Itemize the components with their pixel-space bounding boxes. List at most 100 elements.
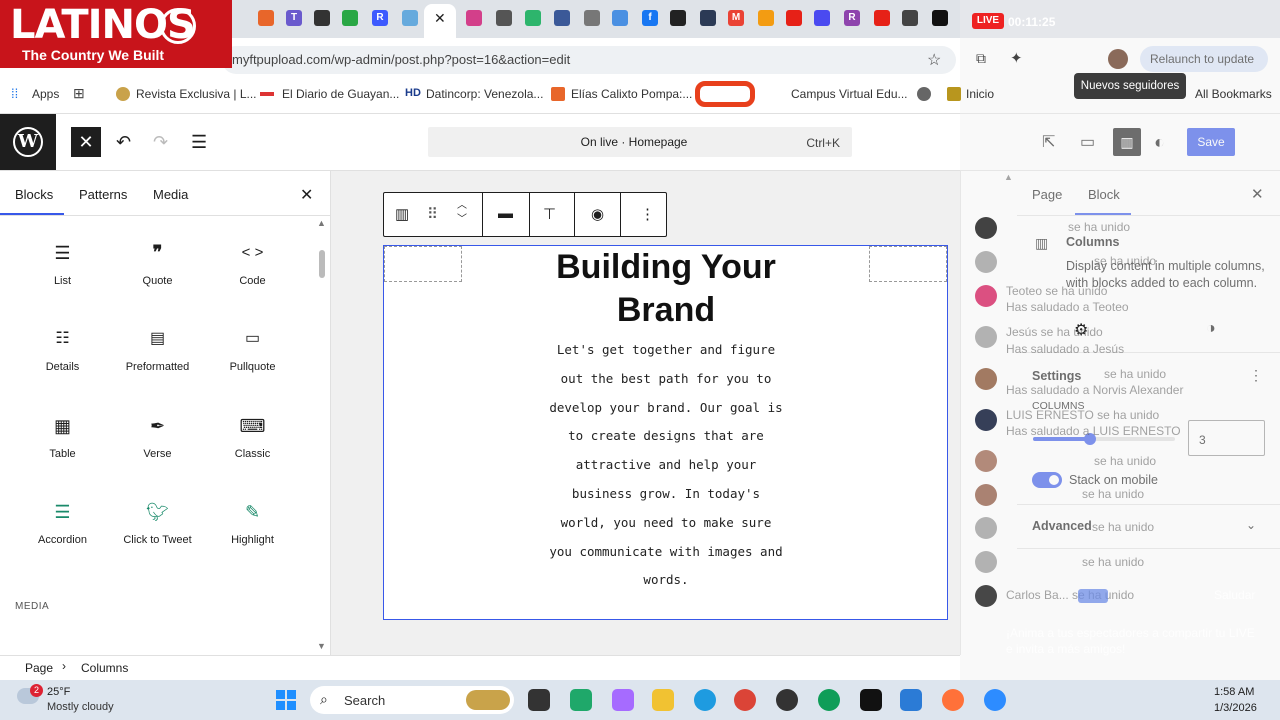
star-icon[interactable]: ☆ — [927, 50, 941, 70]
chrome-icon[interactable] — [734, 689, 756, 711]
document-overview-icon[interactable]: ☰ — [191, 132, 207, 153]
extension-icon[interactable]: ⧉ — [976, 50, 986, 67]
block-details[interactable]: ☷ Details — [15, 327, 110, 373]
close-inserter-button[interactable]: ✕ — [71, 127, 101, 157]
scroll-down-icon[interactable]: ▼ — [317, 641, 326, 651]
chevron-down-icon[interactable]: ⌄ — [1246, 518, 1256, 532]
page-heading[interactable]: Building Your Brand — [520, 246, 812, 332]
more-options-icon[interactable]: ⋮ — [640, 205, 655, 223]
tab-favicon[interactable] — [902, 10, 918, 26]
styles-icon[interactable]: ◐ — [1154, 132, 1165, 153]
block-pullquote[interactable]: ▭ Pullquote — [205, 327, 300, 373]
close-tab-icon[interactable]: ✕ — [434, 10, 446, 27]
scrollbar-thumb[interactable] — [319, 250, 325, 278]
tab-favicon[interactable] — [466, 10, 482, 26]
external-link-icon[interactable]: ⇱ — [1042, 132, 1055, 152]
bookmark-item[interactable]: Datincorp: Venezola... — [426, 87, 543, 101]
tab-favicon[interactable]: T — [286, 10, 302, 26]
clock-time[interactable]: 1:58 AM — [1214, 686, 1254, 698]
tab-favicon[interactable] — [612, 10, 628, 26]
drag-handle-icon[interactable]: ⠿ — [427, 205, 438, 223]
chrome-alt-icon[interactable] — [818, 689, 840, 711]
task-view-icon[interactable] — [528, 689, 550, 711]
bookmark-all[interactable]: All Bookmarks — [1195, 87, 1272, 101]
align-icon[interactable]: ▬ — [498, 205, 513, 222]
redo-icon[interactable]: ↷ — [153, 132, 168, 153]
bookmark-item[interactable]: Elías Calixto Pompa:... — [571, 87, 692, 101]
tab-favicon[interactable] — [814, 10, 830, 26]
scroll-up-icon[interactable]: ▲ — [317, 218, 326, 228]
tab-favicon[interactable] — [402, 10, 418, 26]
notepad-icon[interactable] — [900, 689, 922, 711]
vertical-align-top-icon[interactable]: ⊤ — [543, 205, 556, 223]
bookmark-item[interactable]: Campus Virtual Edu... — [791, 87, 908, 101]
block-classic[interactable]: ⌨ Classic — [205, 414, 300, 460]
profile-avatar[interactable] — [1108, 49, 1128, 69]
tab-favicon[interactable] — [258, 10, 274, 26]
settings-panel-icon[interactable]: ▥ — [1113, 128, 1141, 156]
wordpress-logo[interactable]: W — [0, 114, 56, 170]
file-explorer-icon[interactable] — [652, 689, 674, 711]
block-verse[interactable]: ✒ Verse — [110, 414, 205, 460]
style-icon[interactable]: ◉ — [591, 205, 604, 223]
close-panel-icon[interactable]: ✕ — [300, 185, 313, 205]
tab-blocks[interactable]: Blocks — [15, 187, 53, 202]
columns-icon[interactable]: ▥ — [395, 205, 409, 223]
block-click-to-tweet[interactable]: 🐦︎ Click to Tweet — [110, 500, 205, 546]
breadcrumb-columns[interactable]: Columns — [81, 661, 128, 675]
tab-favicon[interactable] — [786, 10, 802, 26]
relaunch-button[interactable]: Relaunch to update — [1140, 46, 1268, 72]
move-up-down-icon[interactable]: ︿ ﹀ — [457, 199, 467, 227]
puzzle-icon[interactable]: ✦ — [1010, 49, 1023, 67]
tab-patterns[interactable]: Patterns — [79, 187, 127, 202]
stack-on-mobile-toggle[interactable] — [1032, 472, 1062, 488]
tab-favicon[interactable] — [584, 10, 600, 26]
active-tab[interactable]: ✕ — [424, 4, 456, 38]
copilot-icon[interactable] — [612, 689, 634, 711]
edge-icon[interactable] — [694, 689, 716, 711]
tab-favicon[interactable] — [932, 10, 948, 26]
tab-favicon[interactable] — [314, 10, 330, 26]
styles-tab-icon[interactable]: ◑ — [1206, 320, 1216, 338]
device-preview-icon[interactable]: ▭ — [1080, 132, 1095, 152]
empty-column-placeholder[interactable] — [384, 246, 462, 282]
chat-app-icon[interactable] — [570, 689, 592, 711]
windows-start-icon[interactable] — [276, 690, 296, 710]
tab-favicon[interactable] — [874, 10, 890, 26]
block-list[interactable]: ☰ List — [15, 241, 110, 287]
apps-grid-icon[interactable]: ⁞⁞ — [11, 86, 18, 101]
clock-date[interactable]: 1/3/2026 — [1214, 702, 1257, 714]
breadcrumb-page[interactable]: Page — [25, 661, 53, 675]
bookmark-item[interactable]: El Diario de Guayan... — [282, 87, 399, 101]
tab-favicon[interactable]: M — [728, 10, 744, 26]
undo-icon[interactable]: ↶ — [116, 132, 131, 153]
kebab-menu-icon[interactable]: ⋮ — [1249, 367, 1263, 384]
block-accordion[interactable]: ☰ Accordion — [15, 500, 110, 546]
command-bar[interactable]: On live · Homepage Ctrl+K — [428, 127, 852, 157]
tab-favicon[interactable] — [525, 10, 541, 26]
block-preformatted[interactable]: ▤ Preformatted — [110, 327, 205, 373]
tab-favicon[interactable] — [554, 10, 570, 26]
weather-description[interactable]: Mostly cloudy — [47, 701, 114, 713]
greet-button[interactable]: Saludar — [1214, 588, 1255, 602]
scroll-up-icon[interactable]: ▲ — [1004, 172, 1013, 182]
bookmark-item[interactable]: Inicio — [966, 87, 994, 101]
advanced-section-toggle[interactable]: Advanced — [1032, 519, 1092, 533]
url-text[interactable]: myftpupload.com/wp-admin/post.php?post=1… — [232, 52, 570, 67]
tab-favicon[interactable] — [670, 10, 686, 26]
weather-temp[interactable]: 25°F — [47, 686, 70, 698]
columns-number-input[interactable]: 3 — [1188, 420, 1265, 456]
firefox-icon[interactable] — [942, 689, 964, 711]
block-highlight[interactable]: ✎ Highlight — [205, 500, 300, 546]
bookmark-apps[interactable]: Apps — [32, 87, 59, 101]
taskbar-search[interactable]: ⌕ Search — [310, 686, 514, 714]
block-code[interactable]: < > Code — [205, 241, 300, 287]
tab-block[interactable]: Block — [1088, 187, 1120, 202]
app-icon[interactable] — [776, 689, 798, 711]
block-quote[interactable]: ❞ Quote — [110, 241, 205, 287]
tab-favicon[interactable] — [342, 10, 358, 26]
tab-favicon[interactable] — [496, 10, 512, 26]
zoom-icon[interactable] — [984, 689, 1006, 711]
close-sidebar-icon[interactable]: ✕ — [1251, 185, 1264, 203]
tab-favicon[interactable]: R — [372, 10, 388, 26]
